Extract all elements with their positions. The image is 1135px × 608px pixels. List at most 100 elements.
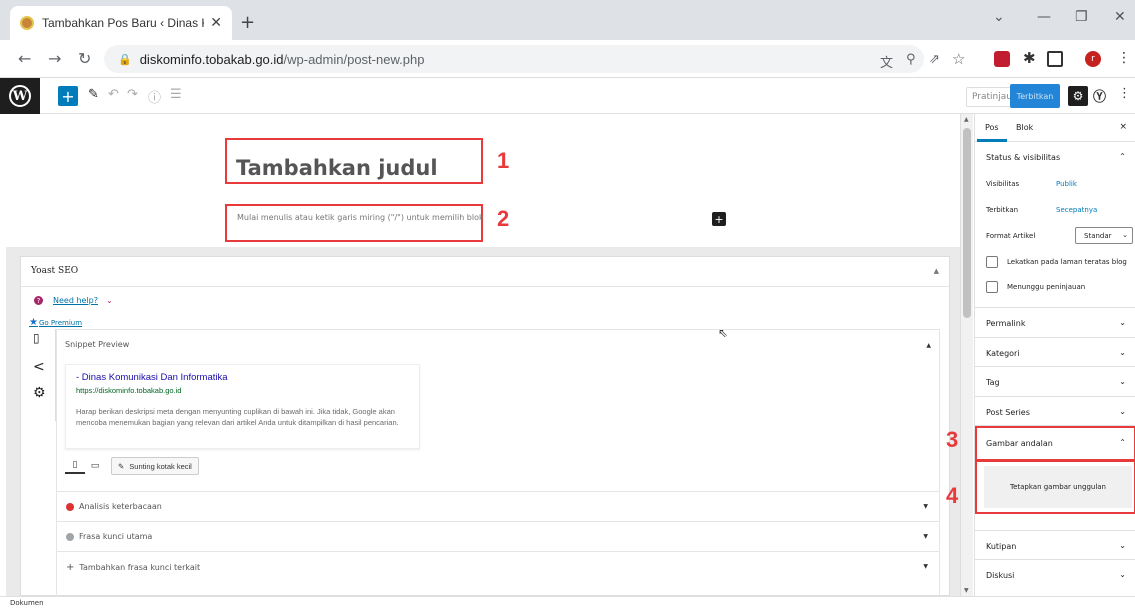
sticky-label: Lekatkan pada laman teratas blog [1007,258,1127,266]
focus-keyphrase-section[interactable]: Frasa kunci utama ▼ [56,521,940,551]
reload-icon[interactable]: ↻ [78,49,91,68]
share-icon[interactable]: ⇗ [929,52,940,67]
yoast-panel-header[interactable]: Yoast SEO ▲ [21,257,949,287]
grey-score-icon [66,532,74,541]
pencil-icon: ✎ [118,461,125,471]
edit-snippet-button[interactable]: ✎ Sunting kotak kecil [111,457,199,475]
tools-pen-icon[interactable]: ✎ [88,87,99,102]
chevron-up-icon[interactable]: ⌃ [1119,152,1126,161]
scroll-down-icon[interactable]: ▼ [964,587,969,594]
editor-scrollbar[interactable]: ▲ ▼ [960,114,973,596]
sticky-checkbox[interactable]: Lekatkan pada laman teratas blog [986,256,1127,268]
publish-button[interactable]: Terbitkan [1010,84,1060,108]
side-panel-icon[interactable] [1047,51,1063,67]
restore-icon[interactable]: ❐ [1075,9,1088,25]
scrollbar-thumb[interactable] [963,128,971,318]
details-info-icon[interactable]: ⓘ [148,87,161,106]
minimize-icon[interactable]: — [1037,9,1051,25]
bookmark-star-icon[interactable]: ☆ [952,50,965,68]
editor-top-toolbar: W + ✎ ↶ ↷ ⓘ ☰ Pratinjau Terbitkan ⚙ Ⓨ ⋮ [0,78,1135,114]
undo-icon[interactable]: ↶ [108,87,119,102]
settings-gear-icon[interactable]: ⚙ [33,385,46,401]
extensions-puzzle-icon[interactable]: ✱ [1023,49,1036,67]
tab-post[interactable]: Pos [985,123,999,132]
collapse-icon[interactable]: ▲ [934,267,939,275]
list-view-icon[interactable]: ☰ [170,87,182,102]
ublock-shield-icon[interactable] [994,51,1010,67]
go-premium-link[interactable]: ★ Go Premium [29,317,82,328]
tags-panel[interactable]: Tag ⌄ [975,367,1135,397]
back-icon[interactable]: ← [18,49,31,68]
visibility-value[interactable]: Publik [1056,180,1077,188]
block-breadcrumb-bar: Dokumen [0,596,1135,608]
need-help-toggle[interactable]: ? Need help? ⌄ [34,296,113,305]
browser-tab[interactable]: Tambahkan Pos Baru ‹ Dinas Kor ✕ [10,6,232,40]
categories-panel[interactable]: Kategori ⌄ [975,338,1135,367]
close-window-icon[interactable]: ✕ [1114,9,1126,25]
plus-icon: + [66,562,75,573]
translate-icon[interactable]: 文 [880,52,893,71]
close-icon[interactable]: × [1119,122,1127,132]
settings-gear-icon[interactable]: ⚙ [1068,86,1088,106]
annotation-marker-3: 3 [946,427,959,452]
new-tab-icon[interactable]: + [240,12,255,33]
browser-menu-icon[interactable]: ⋮ [1117,50,1131,66]
browser-tab-strip: Tambahkan Pos Baru ‹ Dinas Kor ✕ + ⌄ — ❐… [0,0,1135,40]
discussion-panel[interactable]: Diskusi ⌄ [975,560,1135,590]
permalink-panel[interactable]: Permalink ⌄ [975,308,1135,338]
status-visibility-panel: Status & visibilitas ⌃ Visibilitas Publi… [975,142,1135,308]
share-nodes-icon[interactable]: < [33,359,45,375]
panel-title[interactable]: Status & visibilitas [986,153,1060,162]
collapse-icon[interactable]: ▲ [926,342,931,349]
yoast-icon[interactable]: Ⓨ [1093,86,1106,105]
post-series-panel[interactable]: Post Series ⌄ [975,397,1135,426]
body-highlight-box [225,204,483,242]
pending-label: Menunggu peninjauan [1007,283,1086,291]
breadcrumb-document[interactable]: Dokumen [10,599,44,607]
zoom-icon[interactable]: ⚲ [906,52,916,67]
section-label: Frasa kunci utama [79,532,153,541]
tab-block[interactable]: Blok [1016,123,1033,132]
tab-search-icon[interactable]: ⌄ [993,9,1005,25]
chevron-down-icon: ⌄ [1119,318,1126,327]
redo-icon[interactable]: ↷ [127,87,138,102]
related-keyphrase-section[interactable]: + Tambahkan frasa kunci terkait ▼ [56,551,940,581]
block-inserter-button[interactable]: + [712,212,726,226]
address-bar[interactable]: 🔒 diskominfo.tobakab.go.id /wp-admin/pos… [104,45,924,73]
editor-canvas: Tambahkan judul 1 Mulai menulis atau ket… [0,114,960,596]
edit-snippet-label: Sunting kotak kecil [129,461,192,471]
readability-analysis-section[interactable]: Analisis keterbacaan ▼ [56,491,940,521]
post-format-select[interactable]: Standar ⌄ [1075,227,1133,244]
yoast-side-tabs: ▯ < ⚙ [29,329,56,421]
publish-label: Terbitkan [986,206,1019,214]
need-help-link[interactable]: Need help? [53,296,98,305]
chevron-down-icon: ⌄ [1119,377,1126,386]
forward-icon[interactable]: → [48,49,61,68]
snippet-preview-heading[interactable]: Snippet Preview [65,340,129,349]
mobile-preview-icon[interactable]: ▯ [65,458,85,474]
wordpress-logo-icon[interactable]: W [0,78,40,114]
expand-icon: ▼ [923,533,928,540]
desktop-preview-icon[interactable]: ▭ [85,458,105,474]
add-block-button[interactable]: + [58,86,78,106]
scroll-up-icon[interactable]: ▲ [964,116,969,123]
traffic-light-icon[interactable]: ▯ [33,331,40,345]
pending-review-checkbox[interactable]: Menunggu peninjauan [986,281,1085,293]
serp-description: Harap berikan deskripsi meta dengan meny… [76,407,399,427]
excerpt-panel[interactable]: Kutipan ⌄ [975,530,1135,560]
annotation-marker-4: 4 [946,483,959,508]
featured-image-highlight-box [975,426,1135,461]
set-featured-image-button[interactable]: Tetapkan gambar unggulan [984,466,1132,508]
publish-date-value[interactable]: Secepatnya [1056,206,1097,214]
yoast-seo-panel: Yoast SEO ▲ ? Need help? ⌄ ★ Go Premium … [20,256,950,596]
paragraph-block-placeholder[interactable]: Mulai menulis atau ketik garis miring ("… [237,213,484,222]
tab-close-icon[interactable]: ✕ [210,15,222,31]
panel-title: Diskusi [986,571,1015,580]
chevron-down-icon: ⌄ [1119,348,1126,357]
checkbox-box[interactable] [986,256,998,268]
checkbox-box[interactable] [986,281,998,293]
post-title-input[interactable]: Tambahkan judul [236,156,438,180]
profile-avatar[interactable]: r [1085,51,1101,67]
site-favicon-icon [20,16,34,30]
more-options-icon[interactable]: ⋮ [1118,86,1131,101]
